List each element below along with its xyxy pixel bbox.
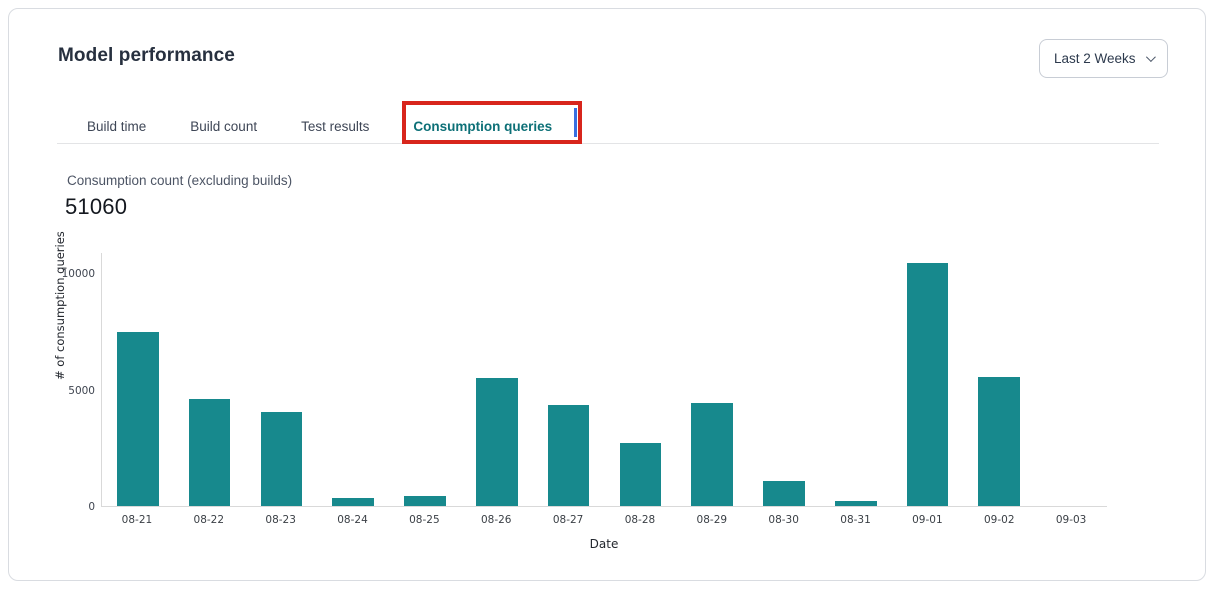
bar-08-22 bbox=[189, 399, 231, 506]
plot-area bbox=[101, 253, 1107, 507]
bar-08-21 bbox=[117, 332, 159, 506]
bar-08-27 bbox=[548, 405, 590, 506]
x-tick-label: 08-23 bbox=[245, 514, 317, 526]
bar-slot-08-28 bbox=[604, 253, 676, 506]
x-tick-label: 08-26 bbox=[460, 514, 532, 526]
bar-slot-09-02 bbox=[963, 253, 1035, 506]
bar-09-01 bbox=[907, 263, 949, 507]
bar-slot-08-23 bbox=[246, 253, 318, 506]
bar-08-29 bbox=[691, 403, 733, 506]
bar-slot-09-01 bbox=[892, 253, 964, 506]
model-performance-page: Model performance Last 2 Weeks Build tim… bbox=[0, 0, 1228, 590]
x-tick-label: 08-29 bbox=[676, 514, 748, 526]
y-tick-label: 0 bbox=[88, 501, 95, 513]
x-axis-title: Date bbox=[101, 537, 1107, 551]
bar-slot-08-29 bbox=[676, 253, 748, 506]
bar-08-28 bbox=[620, 443, 662, 506]
bar-08-30 bbox=[763, 481, 805, 506]
x-tick-label: 08-30 bbox=[748, 514, 820, 526]
x-tick-label: 08-24 bbox=[317, 514, 389, 526]
bar-slot-08-25 bbox=[389, 253, 461, 506]
bar-08-23 bbox=[261, 412, 303, 506]
x-tick-label: 08-27 bbox=[532, 514, 604, 526]
bar-08-25 bbox=[404, 496, 446, 506]
x-tick-label: 08-31 bbox=[820, 514, 892, 526]
y-tick-label: 5000 bbox=[68, 385, 95, 397]
bar-slot-08-31 bbox=[820, 253, 892, 506]
bar-slot-08-24 bbox=[317, 253, 389, 506]
model-performance-card: Model performance Last 2 Weeks Build tim… bbox=[8, 8, 1206, 581]
x-tick-label: 09-01 bbox=[891, 514, 963, 526]
x-axis-ticks: 08-2108-2208-2308-2408-2508-2608-2708-28… bbox=[101, 514, 1107, 526]
bar-08-26 bbox=[476, 378, 518, 506]
bar-slot-09-03 bbox=[1035, 253, 1107, 506]
bar-slot-08-27 bbox=[533, 253, 605, 506]
y-axis-ticks: 0500010000 bbox=[9, 253, 95, 507]
bar-slot-08-30 bbox=[748, 253, 820, 506]
bar-08-31 bbox=[835, 501, 877, 506]
x-tick-label: 09-02 bbox=[963, 514, 1035, 526]
y-axis-title: # of consumption queries bbox=[53, 231, 67, 380]
bar-slot-08-21 bbox=[102, 253, 174, 506]
x-tick-label: 08-22 bbox=[173, 514, 245, 526]
bar-08-24 bbox=[332, 498, 374, 506]
x-tick-label: 09-03 bbox=[1035, 514, 1107, 526]
bar-slot-08-22 bbox=[174, 253, 246, 506]
bar-09-02 bbox=[978, 377, 1020, 506]
consumption-queries-chart: 0500010000 # of consumption queries 08-2… bbox=[9, 9, 1205, 580]
x-tick-label: 08-25 bbox=[388, 514, 460, 526]
x-tick-label: 08-21 bbox=[101, 514, 173, 526]
bar-slot-08-26 bbox=[461, 253, 533, 506]
x-tick-label: 08-28 bbox=[604, 514, 676, 526]
